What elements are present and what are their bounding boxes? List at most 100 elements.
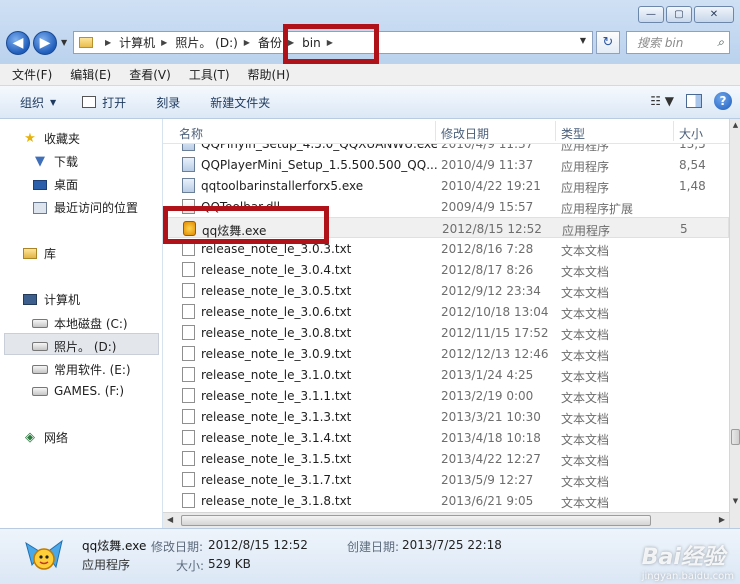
scroll-left-icon[interactable]: ◀ xyxy=(167,515,173,524)
column-size[interactable]: 大小 xyxy=(679,125,703,142)
file-date: 2013/2/19 0:00 xyxy=(441,389,534,403)
menu-tools[interactable]: 工具(T) xyxy=(183,66,236,83)
column-date[interactable]: 修改日期 xyxy=(441,125,489,142)
scroll-right-icon[interactable]: ▶ xyxy=(719,515,725,524)
search-input[interactable]: 搜索 bin ⌕ xyxy=(626,31,730,54)
file-row[interactable]: QQToolbar.dll 2009/4/9 15:57 应用程序扩展 xyxy=(163,196,729,217)
vertical-scrollbar[interactable]: ▲ ▼ xyxy=(729,119,740,528)
column-divider[interactable] xyxy=(435,121,436,141)
history-dropdown-icon[interactable]: ▼ xyxy=(61,38,67,47)
search-icon[interactable]: ⌕ xyxy=(717,35,724,50)
preview-pane-icon[interactable] xyxy=(686,94,702,108)
nav-drive-e[interactable]: 常用软件. (E:) xyxy=(32,361,131,378)
address-dropdown-icon[interactable]: ▼ xyxy=(580,36,586,45)
watermark-url: jingyan.baidu.com xyxy=(641,571,734,582)
close-button[interactable]: ✕ xyxy=(694,6,734,23)
view-options-icon[interactable]: ☷ ▼ xyxy=(650,94,674,108)
file-row[interactable]: release_note_le_3.1.8.txt 2013/6/21 9:05 文… xyxy=(163,490,729,511)
burn-button[interactable]: 刻录 xyxy=(150,94,186,111)
chevron-right-icon[interactable]: ▶ xyxy=(244,38,250,47)
horizontal-scrollbar[interactable]: ◀ ▶ xyxy=(163,512,729,529)
file-name: release_note_le_3.0.6.txt xyxy=(201,305,352,319)
column-type[interactable]: 类型 xyxy=(561,125,585,142)
file-date: 2013/1/24 4:25 xyxy=(441,368,534,382)
column-divider[interactable] xyxy=(673,121,674,141)
nav-downloads[interactable]: ▼ 下载 xyxy=(32,153,78,170)
file-row[interactable]: release_note_le_3.0.3.txt 2012/8/16 7:28 文… xyxy=(163,238,729,259)
file-date: 2013/4/22 12:27 xyxy=(441,452,541,466)
file-type: 应用程序 xyxy=(561,181,610,195)
organize-button[interactable]: 组织 ▼ xyxy=(14,94,62,111)
file-row[interactable]: release_note_le_3.0.4.txt 2012/8/17 8:26 文… xyxy=(163,259,729,280)
menu-file[interactable]: 文件(F) xyxy=(6,66,58,83)
new-folder-button[interactable]: 新建文件夹 xyxy=(204,94,276,111)
nav-recent[interactable]: 最近访问的位置 xyxy=(32,199,138,216)
file-row[interactable]: release_note_le_3.1.0.txt 2013/1/24 4:25 文… xyxy=(163,364,729,385)
file-date: 2009/4/9 15:57 xyxy=(441,200,534,214)
address-bar[interactable]: ▶ 计算机 ▶ 照片。 (D:) ▶ 备份 ▶ bin ▶ ▼ xyxy=(73,31,593,54)
nav-drive-f[interactable]: GAMES. (F:) xyxy=(32,384,124,398)
details-file-type: 应用程序 xyxy=(82,558,131,572)
crumb-drive-d[interactable]: 照片。 (D:) xyxy=(175,34,237,51)
crumb-computer[interactable]: 计算机 xyxy=(119,34,155,51)
chevron-right-icon[interactable]: ▶ xyxy=(161,38,167,47)
file-row[interactable]: release_note_le_3.1.1.txt 2013/2/19 0:00 文… xyxy=(163,385,729,406)
caption-buttons: — ▢ ✕ xyxy=(638,6,734,23)
refresh-button[interactable]: ↻ xyxy=(596,31,620,54)
file-row[interactable]: release_note_le_3.0.6.txt 2012/10/18 13:0… xyxy=(163,301,729,322)
chevron-right-icon[interactable]: ▶ xyxy=(288,38,294,47)
nav-computer[interactable]: 计算机 xyxy=(22,291,80,308)
help-icon[interactable]: ? xyxy=(714,92,732,110)
open-button[interactable]: 打开 xyxy=(76,94,132,111)
back-button[interactable]: ◀ xyxy=(6,31,30,55)
file-name: release_note_le_3.1.5.txt xyxy=(201,452,352,466)
file-row[interactable]: qqtoolbarinstallerforx5.exe 2010/4/22 19:… xyxy=(163,175,729,196)
file-row[interactable]: release_note_le_3.1.7.txt 2013/5/9 12:27 文… xyxy=(163,469,729,490)
nav-desktop[interactable]: 桌面 xyxy=(32,176,78,193)
qq-dance-icon xyxy=(183,221,196,236)
vertical-scroll-thumb[interactable] xyxy=(731,429,740,445)
exe-file-icon xyxy=(182,178,195,193)
menu-edit[interactable]: 编辑(E) xyxy=(64,66,117,83)
text-file-icon xyxy=(182,409,195,424)
nav-drive-c[interactable]: 本地磁盘 (C:) xyxy=(32,315,128,332)
horizontal-scroll-thumb[interactable] xyxy=(181,515,651,526)
nav-favorites[interactable]: ★ 收藏夹 xyxy=(22,130,80,147)
file-type: 文本文档 xyxy=(561,412,610,426)
nav-network[interactable]: ◈ 网络 xyxy=(22,429,68,446)
column-name[interactable]: 名称 xyxy=(179,125,203,142)
maximize-button[interactable]: ▢ xyxy=(666,6,692,23)
file-name: qqtoolbarinstallerforx5.exe xyxy=(201,179,364,193)
chevron-right-icon[interactable]: ▶ xyxy=(105,38,111,47)
crumb-backup[interactable]: 备份 xyxy=(258,34,282,51)
scroll-down-icon[interactable]: ▼ xyxy=(731,497,740,510)
file-date: 2013/3/21 10:30 xyxy=(441,410,541,424)
menu-view[interactable]: 查看(V) xyxy=(123,66,177,83)
file-row[interactable]: release_note_le_3.1.5.txt 2013/4/22 12:27… xyxy=(163,448,729,469)
file-row[interactable]: release_note_le_3.1.4.txt 2013/4/18 10:18… xyxy=(163,427,729,448)
menu-help[interactable]: 帮助(H) xyxy=(242,66,296,83)
text-file-icon xyxy=(182,472,195,487)
scroll-up-icon[interactable]: ▲ xyxy=(731,121,740,134)
file-size: 5 xyxy=(680,222,688,236)
text-file-icon xyxy=(182,451,195,466)
file-name: release_note_le_3.0.3.txt xyxy=(201,242,352,256)
file-name: release_note_le_3.0.4.txt xyxy=(201,263,352,277)
file-date: 2010/4/9 11:37 xyxy=(441,158,534,172)
file-row[interactable]: release_note_le_3.0.8.txt 2012/11/15 17:5… xyxy=(163,322,729,343)
computer-icon xyxy=(22,293,38,307)
drive-icon xyxy=(32,384,48,398)
file-row[interactable]: release_note_le_3.0.9.txt 2012/12/13 12:4… xyxy=(163,343,729,364)
details-pane: qq炫舞.exe 应用程序 修改日期: 2012/8/15 12:52 创建日期… xyxy=(0,528,740,584)
file-row[interactable]: release_note_le_3.0.5.txt 2012/9/12 23:34… xyxy=(163,280,729,301)
column-divider[interactable] xyxy=(555,121,556,141)
nav-drive-d[interactable]: 照片。 (D:) xyxy=(32,338,116,355)
nav-libraries[interactable]: 库 xyxy=(22,245,56,262)
minimize-button[interactable]: — xyxy=(638,6,664,23)
chevron-right-icon[interactable]: ▶ xyxy=(327,38,333,47)
file-row[interactable]: release_note_le_3.1.3.txt 2013/3/21 10:30… xyxy=(163,406,729,427)
crumb-bin[interactable]: bin xyxy=(302,36,321,50)
file-row[interactable]: QQPlayerMini_Setup_1.5.500.500_QQ... 2010… xyxy=(163,154,729,175)
forward-button[interactable]: ▶ xyxy=(33,31,57,55)
file-row[interactable]: qq炫舞.exe 2012/8/15 12:52 应用程序 5 xyxy=(163,217,729,238)
